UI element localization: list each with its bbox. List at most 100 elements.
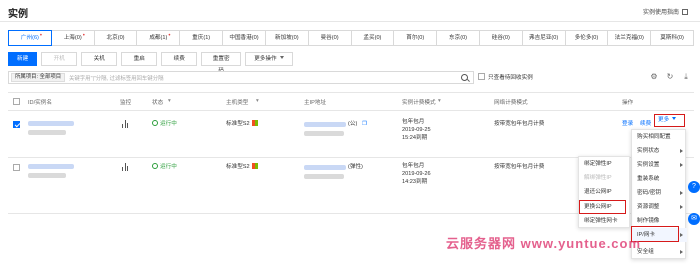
chevron-right-icon [680,205,683,209]
new-button[interactable]: 新建 [8,52,38,66]
only-expire-checkbox[interactable]: 只查看待回收实例 [478,73,533,81]
watermark: 云服务器网 www.yuntue.com [446,236,642,251]
guide-link[interactable]: 实例使用指南 [643,7,688,16]
action-toolbar: 新建 开机 关机 重启 续费 重置密码 更多操作 [8,52,293,74]
search-icon[interactable] [461,74,468,81]
col-billing[interactable]: 实例计费模式 [402,98,436,106]
settings-gear-icon[interactable]: ⚙ [650,73,658,81]
public-ip [304,122,346,127]
col-status[interactable]: 状态 [152,98,163,106]
submenu-bind-eip[interactable]: 绑定弹性IP [579,157,631,171]
renew-link[interactable]: 续费 [640,120,651,128]
menu-item-resource-adjust[interactable]: 资源调整 [632,200,687,214]
restart-button[interactable]: 重启 [121,52,158,66]
submenu-return-public-ip[interactable]: 退还公网IP [579,185,631,199]
region-tab-hongkong[interactable]: 中国香港(0) [222,30,266,46]
submenu-bind-eni[interactable]: 绑定弹性网卡 [579,214,631,228]
filter-icon[interactable]: ▾ [168,98,171,104]
copy-icon[interactable]: ❐ [362,120,367,128]
host-type: 标准型S2 [226,163,258,171]
menu-item-instance-settings[interactable]: 实例设置 [632,158,687,172]
external-link-icon [682,9,688,15]
running-status-icon [152,120,158,126]
row-checkbox[interactable] [13,164,20,171]
checkbox[interactable] [478,73,485,80]
col-actions: 操作 [622,100,634,106]
table-header: ID/实例名 监控 状态 ▾ 主机类型 ▾ 主IP地址 实例计费模式 ▾ 网络计… [8,93,694,111]
billing-date: 2019-09-26 [402,171,431,177]
filter-icon[interactable]: ▾ [438,98,441,104]
region-tab-singapore[interactable]: 新加坡(0) [264,30,309,46]
menu-item-buy-same[interactable]: 购买相同配置 [632,130,687,144]
change-ip-highlight [579,200,626,214]
billing-mode: 包年包月 [402,163,425,169]
instance-id-link[interactable] [28,164,74,169]
chevron-right-icon [680,163,683,167]
region-tab-virginia[interactable]: 弗吉尼亚(0) [521,30,566,46]
region-tab-shanghai[interactable]: 上海(0) • [50,30,95,46]
region-tabs: 广州(6) • 上海(0) • 北京(0) 成都(1) • 重庆(1) 中国香港(0)… [8,30,694,46]
renew-button[interactable]: 续费 [161,52,198,66]
running-status-icon [152,163,158,169]
region-tab-seoul[interactable]: 首尔(0) [393,30,438,46]
monitor-chart-icon[interactable] [122,163,129,171]
login-link[interactable]: 登录 [622,120,633,128]
menu-item-instance-status[interactable]: 实例状态 [632,144,687,158]
help-float-icon[interactable]: ? [688,181,700,193]
network-billing: 按带宽包年包月计费 [494,121,545,127]
select-all-checkbox[interactable] [13,98,20,105]
col-id-name: ID/实例名 [28,100,52,106]
region-tab-beijing[interactable]: 北京(0) [93,30,138,46]
more-dropdown-button[interactable]: 更多 [654,114,685,127]
chat-float-icon[interactable]: ✉ [688,213,700,225]
power-on-button[interactable]: 开机 [41,52,78,66]
row-checkbox[interactable] [13,121,20,128]
search-filter-input[interactable]: 所属项目: 全部项目 关键字用"|"分隔, 过滤标签用回车键分隔 [8,71,474,84]
instance-name [28,173,66,178]
instance-name [28,130,66,135]
private-ip [304,131,344,136]
col-network-billing: 网络计费模式 [494,100,528,106]
chevron-down-icon [279,56,284,59]
host-type: 标准型S2 [226,120,258,128]
status-running: 运行中 [152,163,177,171]
region-tab-siliconvalley[interactable]: 硅谷(0) [478,30,523,46]
monitor-chart-icon[interactable] [122,120,129,128]
chevron-right-icon [680,149,683,153]
project-filter-tag[interactable]: 所属项目: 全部项目 [11,73,66,82]
region-tab-moscow[interactable]: 莫斯科(0) [650,30,694,46]
billing-mode: 包年包月 [402,119,425,125]
instance-id-link[interactable] [28,121,74,126]
page-title: 实例 [8,9,28,20]
billing-date: 2019-09-25 [402,127,431,133]
public-ip [304,165,346,170]
search-placeholder: 关键字用"|"分隔, 过滤标签用回车键分隔 [69,76,164,82]
reset-password-button[interactable]: 重置密码 [201,52,242,74]
refresh-icon[interactable]: ↻ [666,73,674,81]
region-tab-toronto[interactable]: 多伦多(0) [564,30,609,46]
region-tab-chengdu[interactable]: 成都(1) • [136,30,181,46]
region-tab-chongqing[interactable]: 重庆(1) [179,30,224,46]
filter-icon[interactable]: ▾ [256,98,259,104]
region-tab-bangkok[interactable]: 曼谷(0) [307,30,352,46]
region-tab-frankfurt[interactable]: 法兰克福(0) [607,30,652,46]
col-main-ip: 主IP地址 [304,100,327,106]
region-tab-guangzhou[interactable]: 广州(6) • [8,30,52,46]
status-running: 运行中 [152,120,177,128]
more-operations-dropdown[interactable]: 更多操作 [245,52,293,66]
power-off-button[interactable]: 关机 [81,52,118,66]
col-host-type[interactable]: 主机类型 [226,98,248,106]
download-icon[interactable]: ⤓ [682,73,690,81]
ip-type: (弹性) [348,164,363,170]
menu-item-reinstall[interactable]: 重装系统 [632,172,687,186]
expire-time: 15:24到期 [402,135,428,141]
title-bar: 实例 实例使用指南 [0,0,700,22]
network-billing: 按带宽包年包月计费 [494,164,545,170]
ip-submenu: 绑定弹性IP 解绑弹性IP 退还公网IP 更换公网IP 绑定弹性网卡 [578,156,630,228]
region-tab-mumbai[interactable]: 孟买(0) [350,30,395,46]
region-tab-tokyo[interactable]: 东京(0) [436,30,480,46]
submenu-unbind-eip[interactable]: 解绑弹性IP [579,171,631,185]
menu-item-password-key[interactable]: 密码/密钥 [632,186,687,200]
col-monitor: 监控 [120,100,132,106]
private-ip [304,174,344,179]
